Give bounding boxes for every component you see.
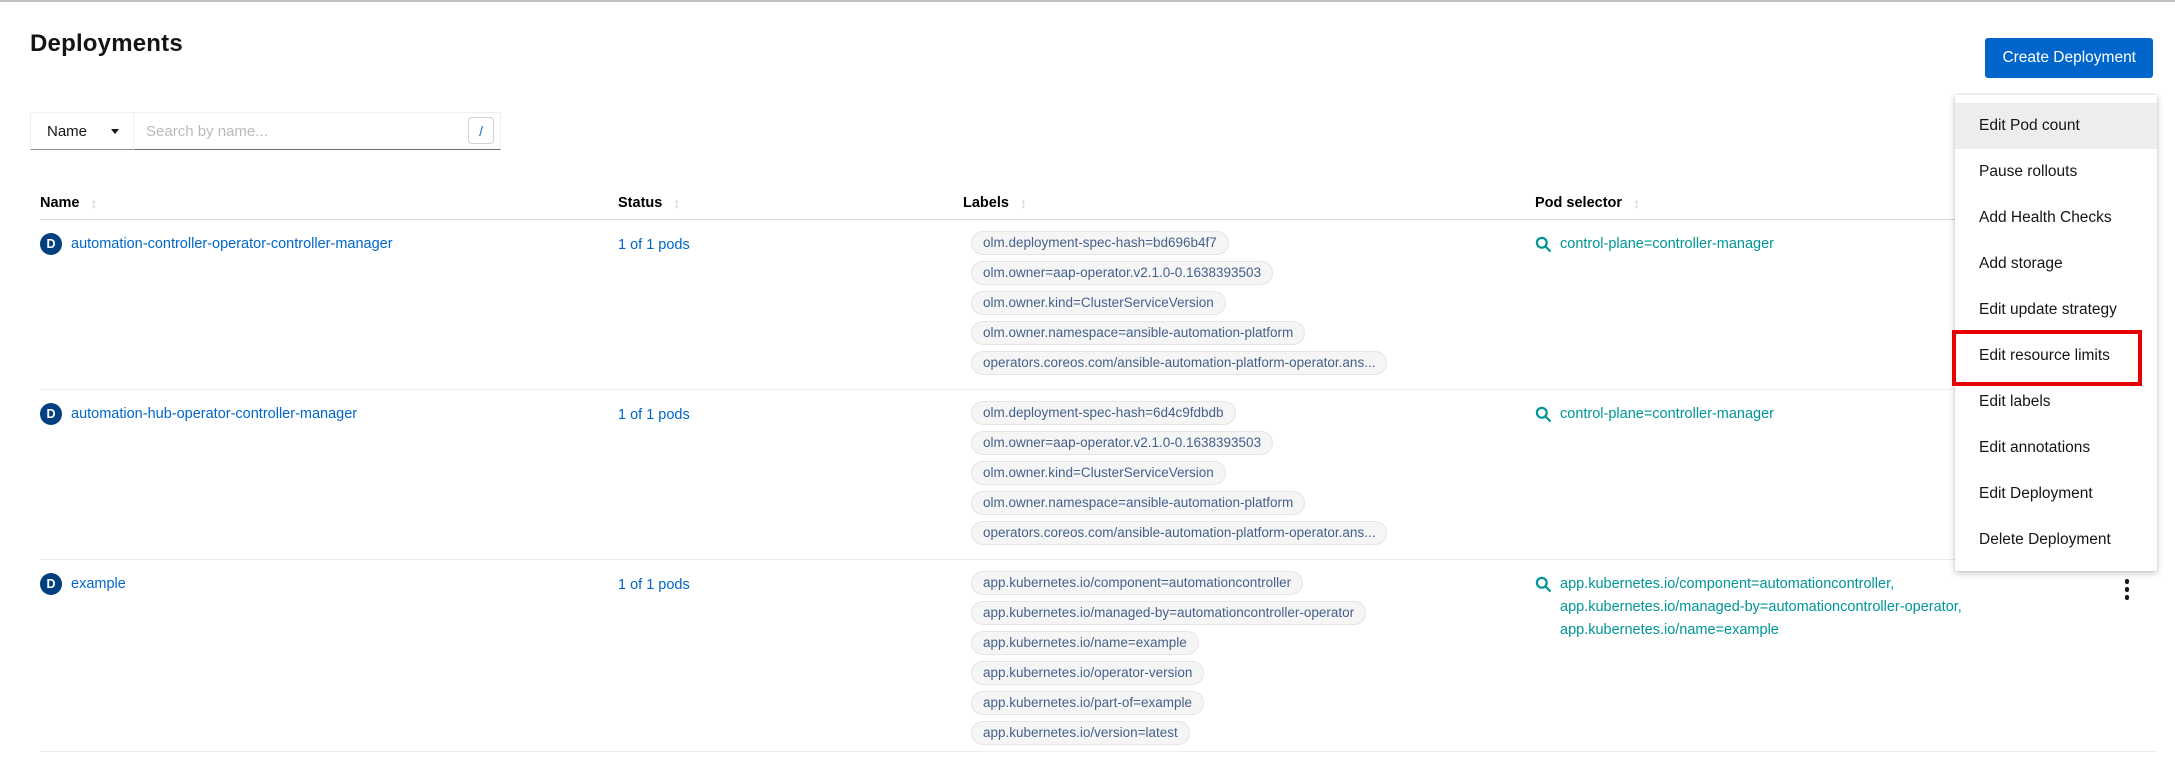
menu-item-add-health-checks[interactable]: Add Health Checks xyxy=(1955,195,2157,241)
pod-selector-line: app.kubernetes.io/name=example xyxy=(1560,620,1962,641)
sort-icon: ↕ xyxy=(1020,195,1027,211)
status-cell: 1 of 1 pods xyxy=(618,231,963,255)
table-row: D automation-controller-operator-control… xyxy=(40,220,2157,390)
name-cell: D example xyxy=(40,571,618,595)
search-box: / xyxy=(133,112,501,150)
label-chip: olm.deployment-spec-hash=bd696b4f7 xyxy=(971,231,1229,255)
menu-item-pause-rollouts[interactable]: Pause rollouts xyxy=(1955,149,2157,195)
name-cell: D automation-controller-operator-control… xyxy=(40,231,618,255)
table-body: D automation-controller-operator-control… xyxy=(40,220,2157,752)
column-header-label: Labels xyxy=(963,195,1009,211)
menu-item-edit-labels[interactable]: Edit labels xyxy=(1955,379,2157,425)
top-divider xyxy=(0,0,2175,2)
label-chip: app.kubernetes.io/version=latest xyxy=(971,721,1190,745)
label-chip: olm.owner=aap-operator.v2.1.0-0.16383935… xyxy=(971,431,1273,455)
page-title: Deployments xyxy=(0,0,2175,58)
status-cell: 1 of 1 pods xyxy=(618,401,963,425)
label-chip: operators.coreos.com/ansible-automation-… xyxy=(971,351,1387,375)
deployment-kind-badge: D xyxy=(40,573,62,595)
column-header-label: Status xyxy=(618,195,662,211)
filter-type-label: Name xyxy=(47,123,87,140)
label-chip: olm.owner.kind=ClusterServiceVersion xyxy=(971,461,1226,485)
pod-selector-line: app.kubernetes.io/managed-by=automationc… xyxy=(1560,597,1962,618)
column-header-status[interactable]: Status ↕ xyxy=(618,195,963,211)
table-row: D automation-hub-operator-controller-man… xyxy=(40,390,2157,560)
labels-list: olm.deployment-spec-hash=6d4c9fdbdb olm.… xyxy=(963,401,1535,545)
deployments-table: Name ↕ Status ↕ Labels ↕ Pod selector ↕ … xyxy=(40,186,2157,752)
kebab-dot xyxy=(2125,595,2130,600)
menu-item-add-storage[interactable]: Add storage xyxy=(1955,241,2157,287)
kebab-dot xyxy=(2125,579,2130,584)
label-chip: operators.coreos.com/ansible-automation-… xyxy=(971,521,1387,545)
column-header-label: Pod selector xyxy=(1535,195,1622,211)
label-chip: app.kubernetes.io/managed-by=automationc… xyxy=(971,601,1366,625)
sort-icon: ↕ xyxy=(1633,195,1640,211)
deployments-page: Deployments Create Deployment Name / Nam… xyxy=(0,0,2175,765)
kebab-menu-button[interactable] xyxy=(2121,575,2134,604)
sort-icon: ↕ xyxy=(91,195,98,211)
column-header-name[interactable]: Name ↕ xyxy=(40,195,618,211)
deployment-name-link[interactable]: automation-controller-operator-controlle… xyxy=(71,234,393,254)
pod-selector-link[interactable]: app.kubernetes.io/component=automationco… xyxy=(1535,571,2057,641)
keyboard-shortcut-badge: / xyxy=(468,117,494,144)
pod-status-link[interactable]: 1 of 1 pods xyxy=(618,237,690,253)
pod-selector-lines: app.kubernetes.io/component=automationco… xyxy=(1560,574,1962,641)
actions-context-menu: Edit Pod count Pause rollouts Add Health… xyxy=(1955,95,2157,571)
label-chip: app.kubernetes.io/part-of=example xyxy=(971,691,1204,715)
column-header-labels[interactable]: Labels ↕ xyxy=(963,195,1535,211)
pod-selector-lines: control-plane=controller-manager xyxy=(1560,234,1774,255)
table-header-row: Name ↕ Status ↕ Labels ↕ Pod selector ↕ xyxy=(40,186,2157,220)
sort-icon: ↕ xyxy=(673,195,680,211)
menu-item-delete-deployment[interactable]: Delete Deployment xyxy=(1955,517,2157,563)
search-input[interactable] xyxy=(133,112,501,150)
search-icon xyxy=(1535,406,1552,423)
kebab-cell xyxy=(2057,571,2157,604)
label-chip: olm.deployment-spec-hash=6d4c9fdbdb xyxy=(971,401,1236,425)
label-chip: olm.owner.namespace=ansible-automation-p… xyxy=(971,491,1305,515)
menu-item-edit-resource-limits[interactable]: Edit resource limits xyxy=(1955,333,2157,379)
table-row: D example 1 of 1 pods app.kubernetes.io/… xyxy=(40,560,2157,752)
filter-type-dropdown[interactable]: Name xyxy=(30,112,134,150)
column-header-label: Name xyxy=(40,195,80,211)
create-deployment-button[interactable]: Create Deployment xyxy=(1985,38,2153,78)
label-chip: app.kubernetes.io/operator-version xyxy=(971,661,1204,685)
pod-status-link[interactable]: 1 of 1 pods xyxy=(618,407,690,423)
label-chip: olm.owner.namespace=ansible-automation-p… xyxy=(971,321,1305,345)
menu-item-edit-pod-count[interactable]: Edit Pod count xyxy=(1955,103,2157,149)
menu-item-edit-deployment[interactable]: Edit Deployment xyxy=(1955,471,2157,517)
search-icon xyxy=(1535,236,1552,253)
pod-status-link[interactable]: 1 of 1 pods xyxy=(618,577,690,593)
status-cell: 1 of 1 pods xyxy=(618,571,963,595)
menu-item-edit-update-strategy[interactable]: Edit update strategy xyxy=(1955,287,2157,333)
labels-list: olm.deployment-spec-hash=bd696b4f7 olm.o… xyxy=(963,231,1535,375)
name-cell: D automation-hub-operator-controller-man… xyxy=(40,401,618,425)
deployment-name-link[interactable]: example xyxy=(71,574,126,594)
search-icon xyxy=(1535,576,1552,593)
pod-selector-line: control-plane=controller-manager xyxy=(1560,404,1774,425)
label-chip: olm.owner=aap-operator.v2.1.0-0.16383935… xyxy=(971,261,1273,285)
deployment-kind-badge: D xyxy=(40,403,62,425)
kebab-dot xyxy=(2125,587,2130,592)
label-chip: app.kubernetes.io/name=example xyxy=(971,631,1199,655)
labels-list: app.kubernetes.io/component=automationco… xyxy=(963,571,1535,745)
pod-selector-line: app.kubernetes.io/component=automationco… xyxy=(1560,574,1962,595)
label-chip: olm.owner.kind=ClusterServiceVersion xyxy=(971,291,1226,315)
menu-item-edit-annotations[interactable]: Edit annotations xyxy=(1955,425,2157,471)
deployment-name-link[interactable]: automation-hub-operator-controller-manag… xyxy=(71,404,357,424)
filter-toolbar: Name / xyxy=(30,112,2175,150)
deployment-kind-badge: D xyxy=(40,233,62,255)
pod-selector-lines: control-plane=controller-manager xyxy=(1560,404,1774,425)
chevron-down-icon xyxy=(111,129,119,134)
pod-selector-line: control-plane=controller-manager xyxy=(1560,234,1774,255)
label-chip: app.kubernetes.io/component=automationco… xyxy=(971,571,1303,595)
